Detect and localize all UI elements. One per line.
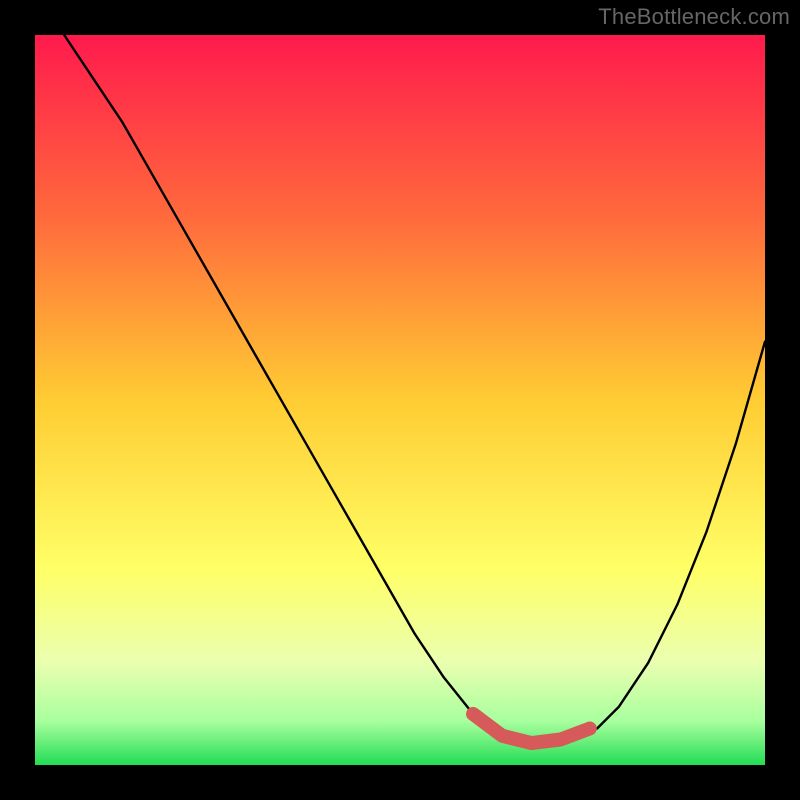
bottleneck-chart [35,35,765,765]
chart-frame: TheBottleneck.com [0,0,800,800]
watermark-text: TheBottleneck.com [598,4,790,30]
gradient-background [35,35,765,765]
